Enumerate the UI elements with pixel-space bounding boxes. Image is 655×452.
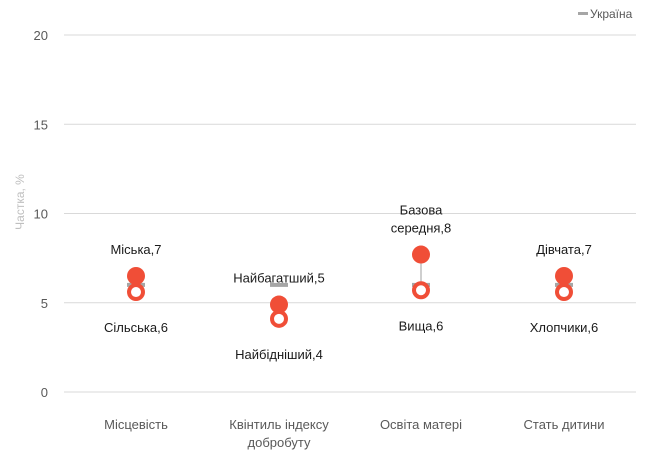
data-label: Сільська,6 [104, 320, 168, 335]
y-tick-label: 10 [34, 207, 48, 222]
legend-label-ukraine: Україна [590, 7, 633, 21]
chart-svg: 0 5 10 15 20 Частка, % Місцевість Квінтиль ін… [13, 7, 636, 450]
y-tick-label: 15 [34, 117, 48, 132]
data-label: Міська,7 [110, 242, 161, 257]
y-axis-label: Частка, % [13, 174, 27, 230]
gridlines [64, 34, 636, 393]
data-label: Дівчата,7 [536, 242, 592, 257]
y-axis-ticks: 0 5 10 15 20 [34, 28, 48, 400]
x-category-label: Квінтиль індексу добробуту [229, 417, 329, 450]
national-markers [127, 282, 573, 287]
x-category-label: Стать дитини [524, 417, 605, 432]
legend: Україна [578, 7, 633, 21]
hollow-point [270, 309, 288, 328]
data-label: Найбагатший,5 [233, 271, 324, 286]
filled-point [555, 266, 573, 285]
hollow-point [555, 283, 573, 302]
filled-point [412, 245, 430, 264]
chart: 0 5 10 15 20 Частка, % Місцевість Квінтиль ін… [0, 0, 655, 452]
y-tick-label: 20 [34, 28, 48, 43]
y-tick-label: 0 [41, 385, 48, 400]
x-axis-categories: Місцевість Квінтиль індексу добробуту Освіт… [104, 417, 604, 450]
range-lines [135, 254, 565, 319]
x-category-label: Освіта матері [380, 417, 462, 432]
x-category-label: Місцевість [104, 417, 168, 432]
data-label: Вища,6 [399, 318, 444, 333]
y-tick-label: 5 [41, 296, 48, 311]
filled-point [127, 266, 145, 285]
data-points [127, 245, 573, 328]
data-label: Найбідніший,4 [235, 347, 323, 362]
data-labels: Міська,7 Найбагатший,5 Базова середня,8 Дівч… [104, 203, 598, 362]
hollow-point [412, 281, 430, 300]
legend-marker-ukraine [578, 12, 588, 15]
data-label: Базова середня,8 [391, 203, 452, 236]
hollow-point [127, 283, 145, 302]
data-label: Хлопчики,6 [530, 320, 599, 335]
